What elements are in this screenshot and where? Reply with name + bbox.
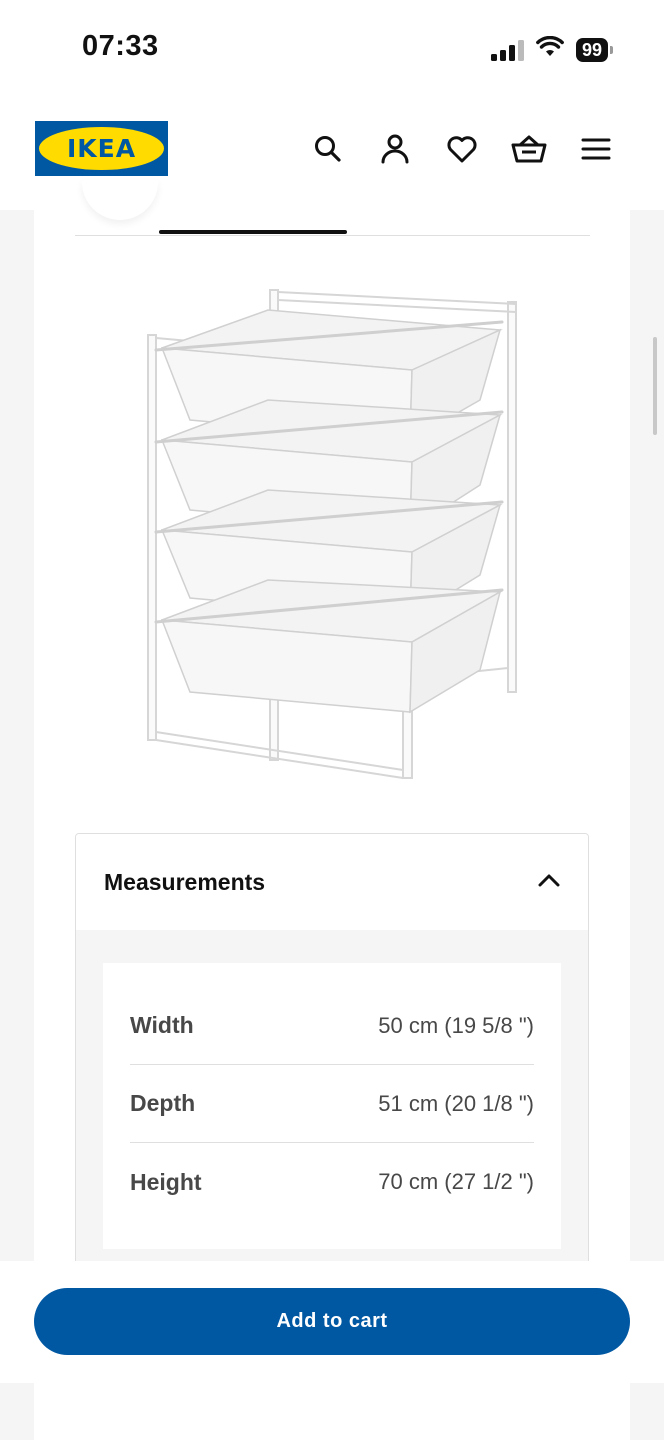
status-bar: 07:33 99 — [0, 0, 664, 98]
measurements-accordion: Measurements Width 50 cm (19 5/8 ") Dept… — [75, 833, 589, 1273]
measurement-value: 51 cm (20 1/8 ") — [378, 1090, 534, 1116]
header-icons — [310, 131, 614, 167]
measurement-label: Width — [130, 1012, 194, 1038]
measurement-value: 70 cm (27 1/2 ") — [378, 1169, 534, 1194]
status-icons: 99 — [490, 35, 614, 63]
status-time: 07:33 — [82, 30, 159, 62]
measurement-label: Depth — [130, 1090, 196, 1116]
measurement-row-width: Width 50 cm (19 5/8 ") — [130, 987, 534, 1065]
product-image[interactable] — [130, 280, 540, 790]
wifi-icon — [536, 35, 564, 63]
signal-icon — [490, 39, 524, 61]
measurements-table: Width 50 cm (19 5/8 ") Depth 51 cm (20 1… — [103, 963, 561, 1249]
media-tab-track — [75, 235, 590, 236]
measurements-title: Measurements — [104, 868, 266, 895]
search-icon[interactable] — [310, 131, 346, 167]
menu-icon[interactable] — [578, 131, 614, 167]
battery-icon: 99 — [575, 37, 614, 62]
media-tab-active-indicator[interactable] — [159, 230, 347, 234]
measurement-label: Height — [130, 1168, 202, 1195]
measurements-header[interactable]: Measurements — [76, 834, 588, 930]
measurement-row-depth: Depth 51 cm (20 1/8 ") — [130, 1065, 534, 1143]
logo-oval: IKEA — [39, 127, 164, 170]
heart-icon[interactable] — [444, 131, 480, 167]
basket-icon[interactable] — [511, 131, 547, 167]
chevron-up-icon[interactable] — [538, 873, 560, 892]
measurement-row-height: Height 70 cm (27 1/2 ") — [130, 1143, 534, 1221]
account-icon[interactable] — [377, 131, 413, 167]
add-to-cart-button[interactable]: Add to cart — [34, 1288, 630, 1355]
measurement-value: 50 cm (19 5/8 ") — [378, 1012, 534, 1038]
bottom-action-bar: Add to cart — [0, 1261, 664, 1383]
ikea-logo[interactable]: IKEA — [35, 121, 168, 176]
scrollbar[interactable] — [653, 337, 657, 435]
logo-text: IKEA — [66, 134, 137, 163]
